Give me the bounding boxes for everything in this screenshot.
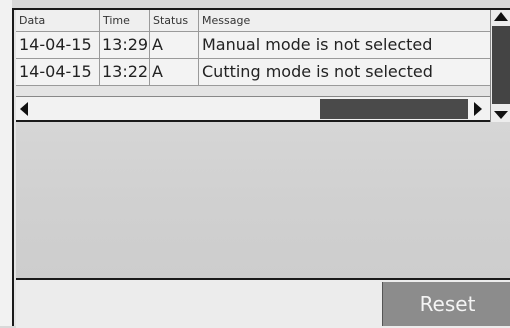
table-row[interactable]: 14-04-15 13:22 A Cutting mode is not sel… <box>16 59 490 86</box>
row-date: 14-04-15 <box>16 59 100 85</box>
row-date: 14-04-15 <box>16 32 100 58</box>
alarm-log-table: Data Time Status Message 14-04-15 13:29 … <box>16 10 490 86</box>
column-header-message[interactable]: Message <box>199 10 490 31</box>
row-time: 13:29 <box>100 32 150 58</box>
table-row[interactable]: 14-04-15 13:29 A Manual mode is not sele… <box>16 32 490 59</box>
row-time: 13:22 <box>100 59 150 85</box>
arrow-left-icon[interactable] <box>20 102 28 116</box>
row-message: Cutting mode is not selected <box>202 62 433 81</box>
column-header-date[interactable]: Data <box>16 10 100 31</box>
horizontal-scrollbar[interactable] <box>16 96 490 122</box>
row-status: A <box>150 59 199 85</box>
arrow-right-icon[interactable] <box>474 102 482 116</box>
table-header: Data Time Status Message <box>16 10 490 32</box>
log-empty-area <box>16 122 510 280</box>
row-message: Manual mode is not selected <box>202 35 433 54</box>
arrow-down-icon[interactable] <box>494 111 508 119</box>
left-edge <box>0 0 12 326</box>
column-header-time[interactable]: Time <box>100 10 150 31</box>
bottom-toolbar: Reset <box>16 280 510 328</box>
vertical-scroll-thumb[interactable] <box>492 26 510 104</box>
arrow-up-icon[interactable] <box>494 12 508 21</box>
row-status: A <box>150 32 199 58</box>
horizontal-scroll-thumb[interactable] <box>320 99 468 119</box>
reset-button[interactable]: Reset <box>382 282 510 326</box>
column-header-status[interactable]: Status <box>150 10 199 31</box>
vertical-scrollbar[interactable] <box>490 10 510 122</box>
alarm-panel: Data Time Status Message 14-04-15 13:29 … <box>12 8 510 328</box>
